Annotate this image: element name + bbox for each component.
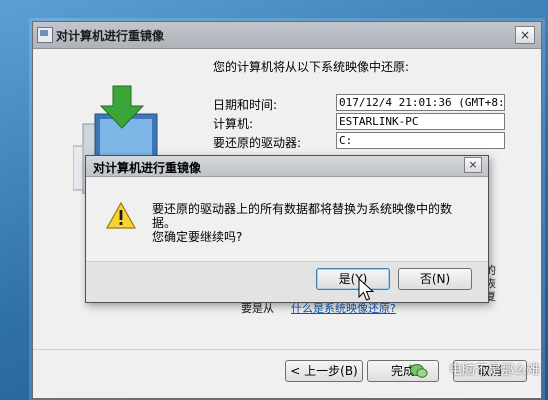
- watermark-text: 电脑不是那么难: [448, 363, 540, 378]
- app-icon: [37, 27, 53, 43]
- wizard-close-button[interactable]: ×: [515, 26, 535, 44]
- finish-button[interactable]: 完成: [367, 360, 439, 382]
- warning-icon: [106, 202, 136, 229]
- dialog-message-line1: 要还原的驱动器上的所有数据都将替换为系统映像中的数: [152, 202, 453, 216]
- dialog-message-line2: 据。: [152, 216, 177, 230]
- watermark-logo-icon: [410, 364, 428, 378]
- restore-prompt: 您的计算机将从以下系统映像中还原:: [213, 60, 410, 74]
- confirm-dialog: 对计算机进行重镜像 × 要还原的驱动器上的所有数据都将替换为系统映像中的数 据。…: [85, 155, 489, 303]
- yes-button[interactable]: 是(Y): [316, 268, 390, 290]
- dialog-close-button[interactable]: ×: [464, 157, 482, 173]
- dialog-message: 要还原的驱动器上的所有数据都将替换为系统映像中的数 据。 您确定要继续吗?: [152, 202, 472, 244]
- computer-label: 计算机:: [213, 117, 254, 131]
- footer-divider: [33, 349, 541, 350]
- drive-label: 要还原的驱动器:: [213, 136, 302, 150]
- wizard-title: 对计算机进行重镜像: [56, 29, 165, 43]
- drive-field: C:: [336, 132, 505, 149]
- wizard-title-bar[interactable]: 对计算机进行重镜像 ×: [33, 22, 541, 49]
- no-button[interactable]: 否(N): [398, 268, 472, 290]
- datetime-label: 日期和时间:: [213, 98, 278, 112]
- dialog-title: 对计算机进行重镜像: [93, 161, 202, 175]
- mouse-cursor-icon: [358, 278, 375, 301]
- computer-field: ESTARLINK-PC: [336, 113, 505, 130]
- datetime-field: 017/12/4 21:01:36 (GMT+8:00): [336, 94, 505, 111]
- dialog-title-bar[interactable]: 对计算机进行重镜像 ×: [86, 156, 488, 177]
- dialog-message-line3: 您确定要继续吗?: [152, 230, 243, 244]
- back-button[interactable]: < 上一步(B): [285, 360, 363, 382]
